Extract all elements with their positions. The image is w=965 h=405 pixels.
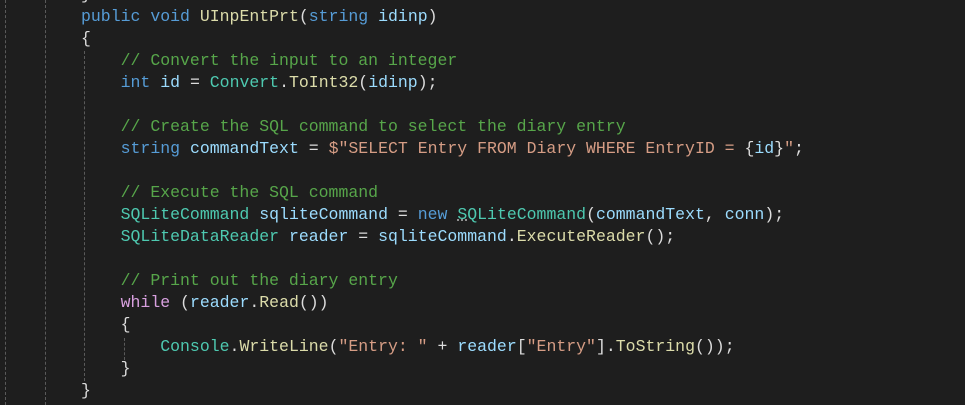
code-editor[interactable]: }public void UInpEntPrt(string idinp){ /… <box>81 0 804 402</box>
code-token: while <box>120 293 171 312</box>
code-line[interactable]: { <box>81 28 804 50</box>
code-token: // Create the SQL command to select the … <box>120 117 626 136</box>
code-token: { <box>744 139 755 158</box>
code-line[interactable]: } <box>81 380 804 402</box>
code-token: // Print out the diary entry <box>120 271 398 290</box>
code-token: . <box>279 73 289 92</box>
code-line[interactable]: } <box>81 358 804 380</box>
code-token: = <box>180 73 210 92</box>
code-token: . <box>506 227 517 246</box>
code-token: Read <box>259 293 299 312</box>
code-token: SQLiteCommand <box>120 205 250 224</box>
code-token: commandText <box>189 139 299 158</box>
code-token: } <box>774 139 785 158</box>
code-token: " <box>784 139 794 158</box>
code-token: string <box>120 139 181 158</box>
code-token: ) <box>427 7 438 26</box>
code-token: S <box>457 205 468 224</box>
code-line[interactable]: Console.WriteLine("Entry: " + reader["En… <box>81 336 804 358</box>
code-line[interactable]: // Convert the input to an integer <box>81 50 804 72</box>
code-token: ); <box>764 205 785 224</box>
code-token: = <box>298 139 329 158</box>
code-line[interactable]: while (reader.Read()) <box>81 292 804 314</box>
code-token: ; <box>793 139 804 158</box>
code-token: new <box>417 205 448 224</box>
code-token: = <box>387 205 418 224</box>
code-token: // Convert the input to an integer <box>120 51 458 70</box>
code-token: ]. <box>595 337 616 356</box>
code-token: . <box>249 293 260 312</box>
code-token: int <box>120 73 151 92</box>
code-token: ( <box>586 205 596 224</box>
code-token: Console <box>160 337 230 356</box>
code-token: string <box>308 7 369 26</box>
code-token: ( <box>298 7 309 26</box>
code-token: , <box>704 205 725 224</box>
code-token: } <box>81 381 91 400</box>
code-token: { <box>81 29 91 48</box>
code-token: idinp <box>378 7 428 26</box>
code-token: ()); <box>694 337 735 356</box>
code-token: ()) <box>298 293 329 312</box>
code-token: void <box>150 7 190 26</box>
code-token: ( <box>170 293 190 312</box>
code-token: reader <box>288 227 349 246</box>
code-token: reader <box>189 293 250 312</box>
code-line[interactable] <box>81 248 804 270</box>
code-token: QLiteCommand <box>467 205 587 224</box>
code-token: sqliteCommand <box>259 205 388 224</box>
code-token: $"SELECT Entry FROM Diary WHERE EntryID … <box>328 139 745 158</box>
indent-guide <box>45 0 46 405</box>
code-token: [ <box>516 337 527 356</box>
code-line[interactable]: { <box>81 314 804 336</box>
indent-guide <box>5 0 6 405</box>
code-token: { <box>120 315 131 334</box>
code-token: ExecuteReader <box>516 227 646 246</box>
code-token: idinp <box>368 73 418 92</box>
code-token: ToInt32 <box>288 73 359 92</box>
code-line[interactable]: public void UInpEntPrt(string idinp) <box>81 6 804 28</box>
code-token: = <box>348 227 379 246</box>
code-token: commandText <box>595 205 705 224</box>
code-token: } <box>81 0 91 4</box>
code-token: id <box>754 139 775 158</box>
code-token: . <box>229 337 240 356</box>
code-token: id <box>160 73 181 92</box>
code-token: WriteLine <box>239 337 329 356</box>
code-token: // Execute the SQL command <box>120 183 379 202</box>
code-line[interactable]: SQLiteCommand sqliteCommand = new SQLite… <box>81 204 804 226</box>
code-line[interactable]: // Print out the diary entry <box>81 270 804 292</box>
code-token: "Entry: " <box>338 337 428 356</box>
code-token: conn <box>724 205 765 224</box>
code-token: SQLiteDataReader <box>120 227 280 246</box>
code-token: + <box>427 337 458 356</box>
code-token: Convert <box>209 73 280 92</box>
code-line[interactable]: int id = Convert.ToInt32(idinp); <box>81 72 804 94</box>
code-token: (); <box>645 227 676 246</box>
code-token: ); <box>417 73 438 92</box>
code-token: UInpEntPrt <box>199 7 299 26</box>
code-line[interactable]: // Execute the SQL command <box>81 182 804 204</box>
code-token: ( <box>328 337 339 356</box>
code-line[interactable]: SQLiteDataReader reader = sqliteCommand.… <box>81 226 804 248</box>
code-token: sqliteCommand <box>378 227 507 246</box>
code-line[interactable] <box>81 160 804 182</box>
code-token: ( <box>358 73 369 92</box>
code-token: reader <box>457 337 517 356</box>
code-line[interactable]: // Create the SQL command to select the … <box>81 116 804 138</box>
code-token: public <box>81 7 141 26</box>
code-token: "Entry" <box>526 337 596 356</box>
code-line[interactable]: string commandText = $"SELECT Entry FROM… <box>81 138 804 160</box>
code-token: ToString <box>615 337 695 356</box>
code-token: } <box>120 359 131 378</box>
code-line[interactable] <box>81 94 804 116</box>
